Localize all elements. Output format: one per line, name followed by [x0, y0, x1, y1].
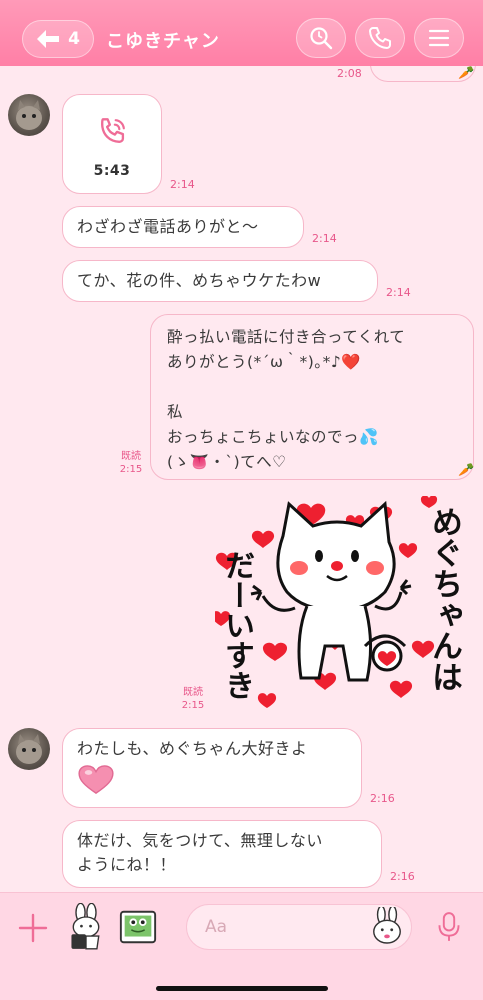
message-line: (ゝ👅・`)てへ♡ — [167, 453, 287, 471]
message-bubble[interactable]: 酔っ払い電話に付き合ってくれて ありがとう(*´ω｀*)｡*♪❤️ 私 おっちょ… — [150, 314, 474, 480]
message-bubble[interactable]: 体だけ、気をつけて、無理しない ようにね！！ — [62, 820, 382, 888]
message-time: 2:08 — [337, 67, 362, 80]
call-message-bubble[interactable]: 5:43 — [62, 94, 162, 194]
message-line: おっちょこちょいなのでっ💦 — [167, 428, 379, 446]
back-arrow-icon — [37, 30, 60, 48]
search-icon — [310, 27, 333, 50]
call-button[interactable] — [355, 18, 405, 58]
message-text: てか、花の件、めちゃウケたわw — [77, 271, 322, 290]
chat-area[interactable]: 2:08 🥕 5:43 2:14 わざわざ電話ありがと〜 2:14 てか、花の件… — [0, 66, 483, 892]
message-line-blank — [167, 375, 457, 400]
carrot-icon: 🥕 — [458, 463, 475, 478]
message-line: 私 — [167, 403, 184, 421]
chat-title: こゆきチャン — [106, 31, 220, 52]
phone-icon — [369, 27, 391, 49]
phone-call-icon — [101, 118, 125, 143]
chat-header: 4 こゆきチャン — [0, 0, 483, 66]
message-text: わたしも、めぐちゃん大好きよ — [77, 739, 308, 758]
sticker-bunny-icon[interactable] — [66, 903, 106, 951]
read-receipt: 既読 2:15 — [119, 451, 143, 475]
back-button[interactable]: 4 — [22, 20, 94, 58]
menu-button[interactable] — [414, 18, 464, 58]
message-time: 2:14 — [312, 232, 337, 245]
sticker-message[interactable]: だーいすき めぐちゃんは — [211, 495, 470, 711]
pink-heart-emoji-icon — [78, 765, 114, 794]
message-text: わざわざ電話ありがと〜 — [77, 217, 259, 236]
sticker-caption-left: だーいすき — [219, 550, 254, 700]
message-bubble[interactable]: わたしも、めぐちゃん大好きよ — [62, 728, 362, 808]
sticker-caption-right: めぐちゃんは — [426, 506, 462, 692]
microphone-icon[interactable] — [436, 911, 462, 943]
search-button[interactable] — [296, 18, 346, 58]
message-composer: Aa — [0, 892, 483, 1000]
photo-frog-icon[interactable] — [118, 907, 158, 947]
sweat-droplets-icon: 💦 — [359, 428, 379, 446]
tongue-emoji-icon: 👅 — [189, 453, 210, 471]
read-receipt: 既読 2:15 — [181, 687, 205, 711]
unread-count: 4 — [68, 29, 80, 49]
avatar[interactable] — [8, 728, 50, 770]
heart-emoji-icon: ❤️ — [341, 353, 362, 371]
message-line: ようにね！！ — [77, 855, 177, 874]
avatar[interactable] — [8, 94, 50, 136]
menu-icon — [428, 29, 450, 47]
message-time: 2:16 — [370, 792, 395, 805]
message-time: 2:16 — [390, 870, 415, 883]
carrot-icon: 🥕 — [458, 66, 475, 81]
home-indicator — [156, 986, 328, 991]
message-line: ありがとう(*´ω｀*)｡*♪❤️ — [167, 353, 362, 371]
message-line: 酔っ払い電話に付き合ってくれて — [167, 328, 406, 346]
emoji-bunny-icon[interactable] — [370, 907, 404, 945]
message-bubble[interactable]: わざわざ電話ありがと〜 — [62, 206, 304, 248]
call-duration: 5:43 — [93, 163, 131, 179]
message-line: 体だけ、気をつけて、無理しない — [77, 831, 323, 850]
plus-icon[interactable] — [18, 913, 48, 943]
message-bubble[interactable]: てか、花の件、めちゃウケたわw — [62, 260, 378, 302]
message-time: 2:14 — [170, 178, 195, 191]
message-time: 2:14 — [386, 286, 411, 299]
